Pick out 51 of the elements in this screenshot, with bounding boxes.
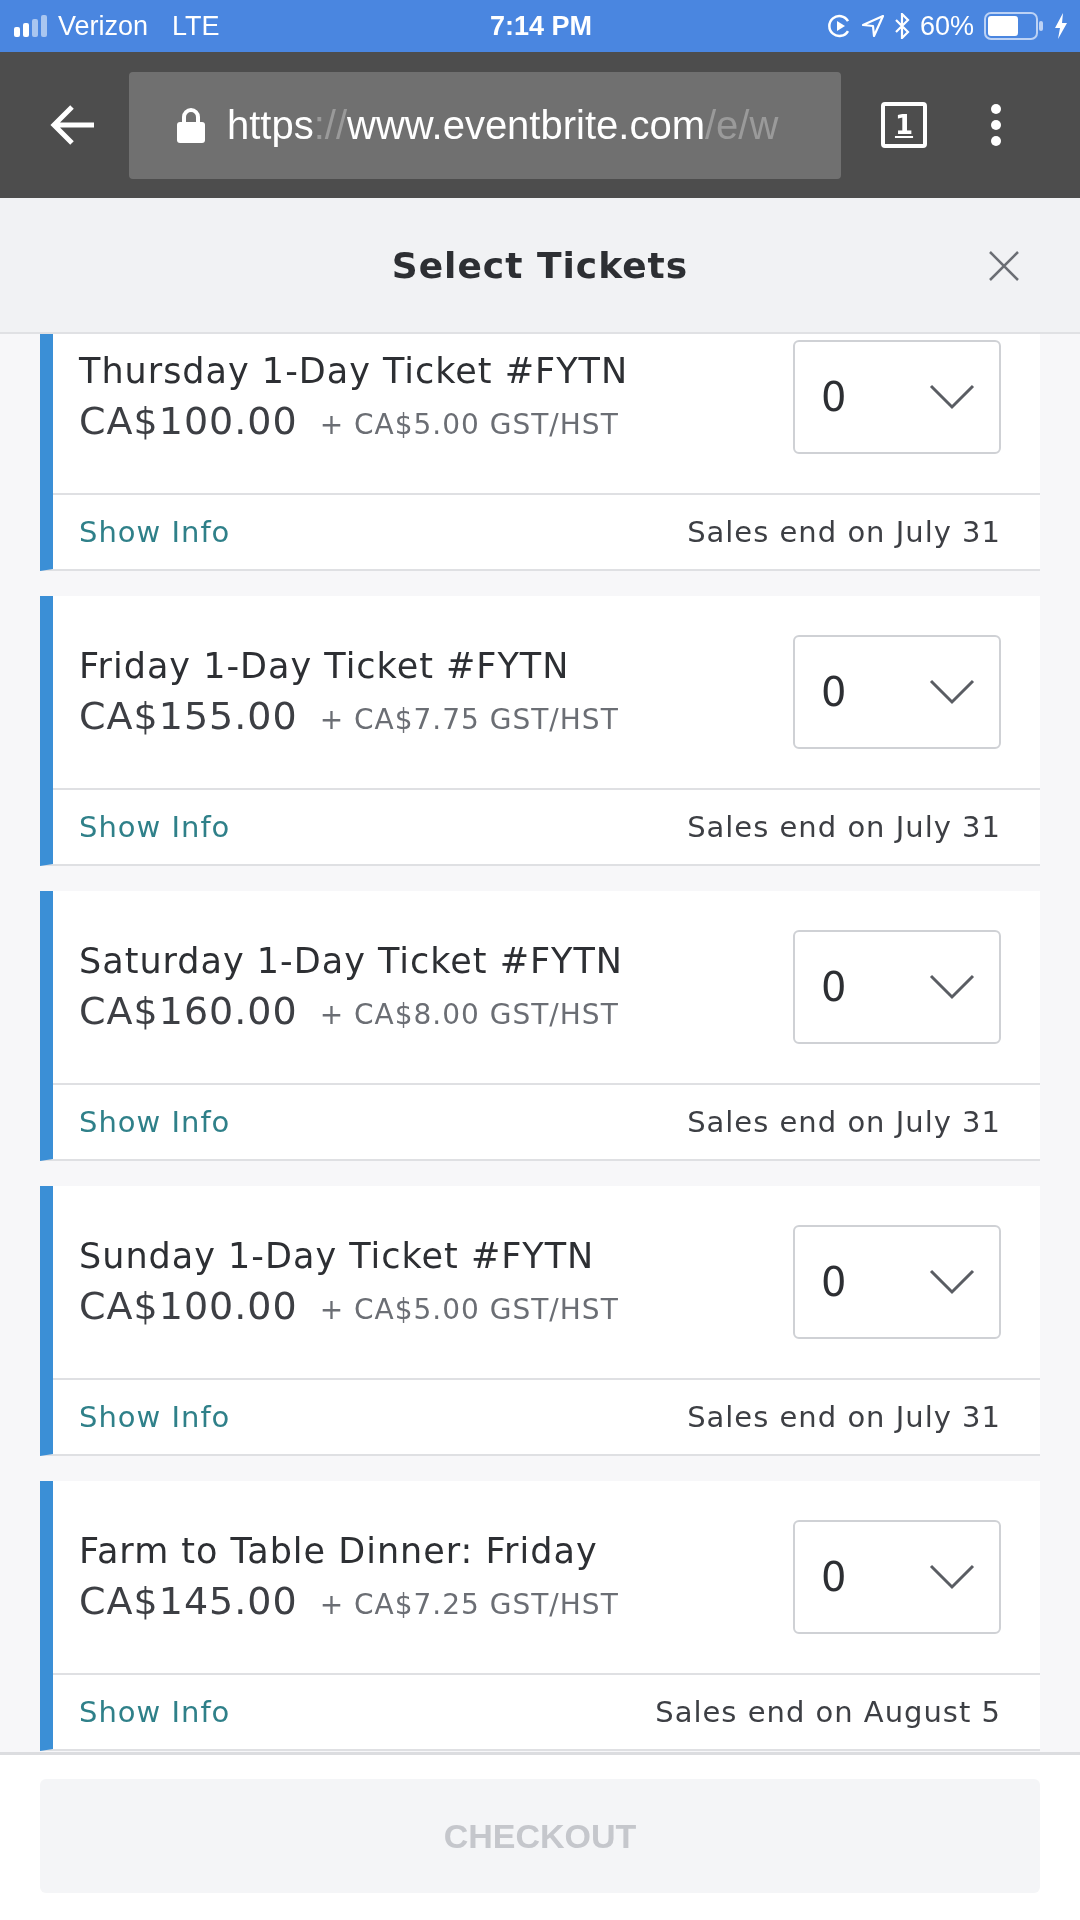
quantity-dropdown[interactable]: 0 (793, 1225, 1001, 1339)
ticket-price: CA$100.00 (79, 1284, 298, 1328)
chevron-down-icon (929, 1269, 975, 1295)
chevron-down-icon (929, 679, 975, 705)
ticket-tax: + CA$7.75 GST/HST (319, 703, 619, 736)
dialog-title: Select Tickets (391, 244, 689, 286)
ticket-price: CA$145.00 (79, 1579, 298, 1623)
chevron-down-icon (929, 384, 975, 410)
back-arrow-icon[interactable] (50, 105, 96, 145)
more-menu-icon[interactable] (991, 104, 1001, 146)
ticket-tax: + CA$7.25 GST/HST (319, 1588, 619, 1621)
quantity-dropdown[interactable]: 0 (793, 930, 1001, 1044)
show-info-link[interactable]: Show Info (79, 810, 231, 844)
ticket-price: CA$100.00 (79, 399, 298, 443)
quantity-dropdown[interactable]: 0 (793, 340, 1001, 454)
close-icon[interactable] (988, 250, 1020, 282)
ticket-tax: + CA$5.00 GST/HST (319, 408, 619, 441)
ticket-tax: + CA$5.00 GST/HST (319, 1293, 619, 1326)
ticket-name: Farm to Table Dinner: Friday (79, 1531, 599, 1571)
show-info-link[interactable]: Show Info (79, 515, 231, 549)
carrier-name: Verizon (58, 10, 149, 42)
sales-end-date: Sales end on July 31 (687, 810, 1001, 844)
ticket-price: CA$155.00 (79, 694, 298, 738)
location-arrow-icon (861, 15, 884, 37)
ticket-tax: + CA$8.00 GST/HST (319, 998, 619, 1031)
sales-end-date: Sales end on July 31 (687, 515, 1001, 549)
sales-end-date: Sales end on July 31 (687, 1105, 1001, 1139)
network-type: LTE (172, 10, 220, 42)
ticket-name: Sunday 1-Day Ticket #FYTN (79, 1236, 596, 1276)
chevron-down-icon (929, 974, 975, 1000)
ticket-price: CA$160.00 (79, 989, 298, 1033)
sales-end-date: Sales end on July 31 (687, 1400, 1001, 1434)
bluetooth-icon (893, 13, 910, 39)
show-info-link[interactable]: Show Info (79, 1400, 231, 1434)
quantity-dropdown[interactable]: 0 (793, 635, 1001, 749)
battery-icon (984, 12, 1044, 40)
tab-count-button[interactable]: 1 (881, 102, 927, 148)
quantity-dropdown[interactable]: 0 (793, 1520, 1001, 1634)
clock-time: 7:14 PM (489, 10, 592, 41)
show-info-link[interactable]: Show Info (79, 1695, 231, 1729)
signal-icon (14, 15, 48, 37)
ticket-name: Saturday 1-Day Ticket #FYTN (79, 941, 625, 981)
lock-icon (177, 107, 205, 143)
chevron-down-icon (929, 1564, 975, 1590)
ticket-name: Friday 1-Day Ticket #FYTN (79, 646, 571, 686)
charging-bolt-icon (1054, 13, 1068, 39)
sales-end-date: Sales end on August 5 (655, 1695, 1001, 1729)
battery-percent: 60% (919, 10, 974, 42)
play-circle-icon (827, 14, 852, 38)
ticket-name: Thursday 1-Day Ticket #FYTN (79, 351, 630, 391)
show-info-link[interactable]: Show Info (79, 1105, 231, 1139)
